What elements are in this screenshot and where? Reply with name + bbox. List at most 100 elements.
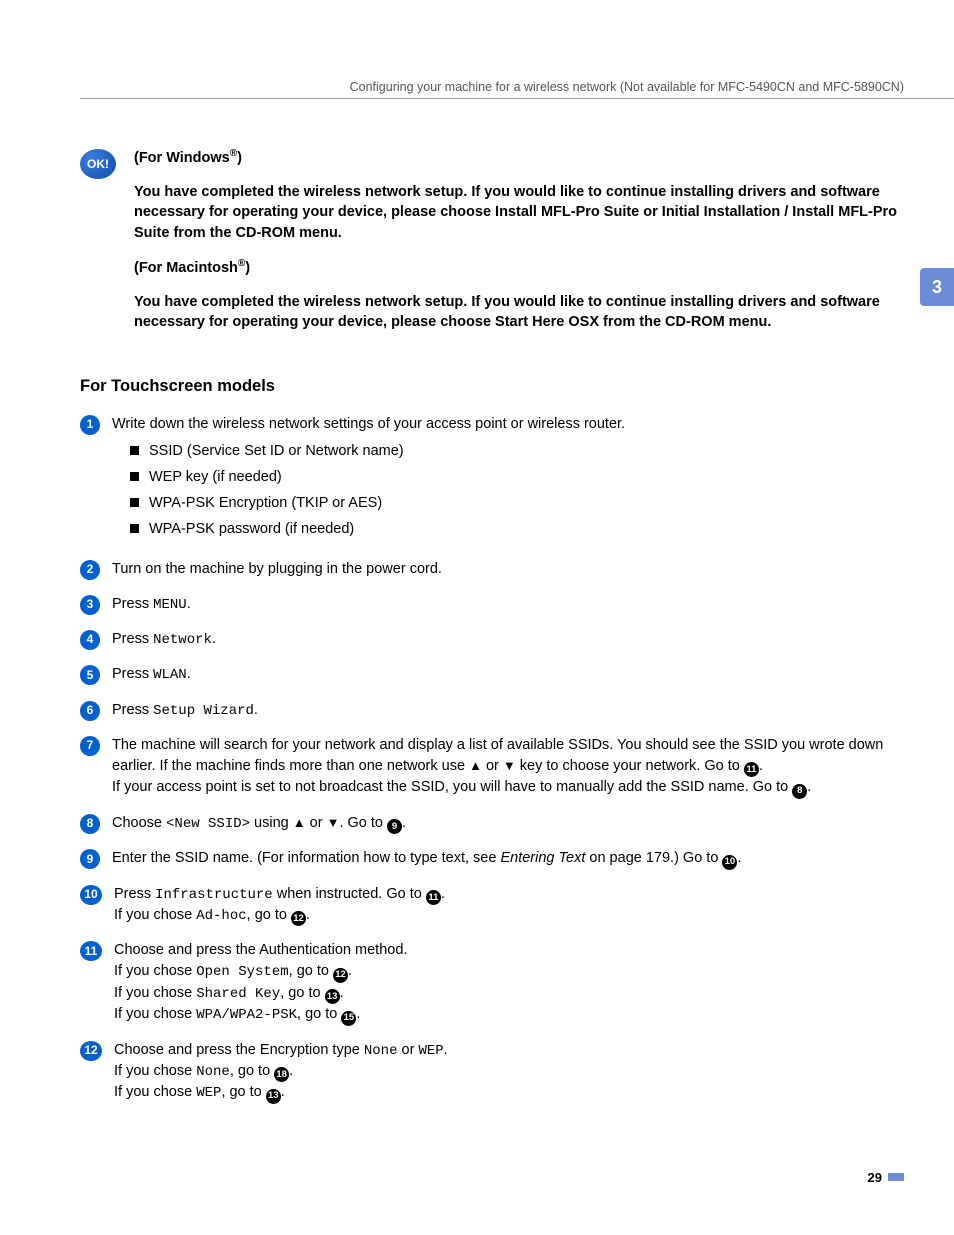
step-text: . Go to [339,815,387,831]
square-bullet-icon [130,472,139,481]
step-number: 12 [80,1041,102,1061]
step-text: Choose [112,815,166,831]
step-text: . [759,758,763,774]
step-ref-icon: 8 [792,784,807,799]
step-number: 7 [80,736,100,756]
step-text: . [340,985,344,1001]
bullet-text: WPA-PSK Encryption (TKIP or AES) [149,493,382,514]
step-4: 4 Press Network. [80,629,904,650]
page-footer: 29 [868,1170,904,1185]
step-text: If you chose [114,1006,196,1022]
step-text: If you chose [114,1063,196,1079]
step-ref-icon: 13 [266,1089,281,1104]
step-text: or [482,758,503,774]
step-ref-icon: 9 [387,819,402,834]
square-bullet-icon [130,446,139,455]
step-text: , go to [221,1084,265,1100]
step-text: Turn on the machine by plugging in the p… [112,559,904,580]
step-6: 6 Press Setup Wizard. [80,700,904,721]
step-number: 9 [80,849,100,869]
step-number: 8 [80,814,100,834]
step-text: If you chose [114,985,196,1001]
running-header: Configuring your machine for a wireless … [80,80,954,99]
step-text: Choose and press the Authentication meth… [114,942,407,958]
step-text: when instructed. Go to [273,886,426,902]
step-2: 2 Turn on the machine by plugging in the… [80,559,904,580]
step-text: . [356,1006,360,1022]
bullet-text: WPA-PSK password (if needed) [149,519,354,540]
bullet-item: WPA-PSK Encryption (TKIP or AES) [130,493,904,514]
step-text: . [402,815,406,831]
step-ref-icon: 15 [341,1011,356,1026]
step-ref-icon: 10 [722,855,737,870]
step-text: , go to [247,907,291,923]
menu-code: None [196,1064,230,1080]
step-ref-icon: 12 [333,968,348,983]
menu-code: WPA/WPA2-PSK [196,1007,297,1023]
up-arrow-icon: ▲ [469,758,482,773]
step-1: 1 Write down the wireless network settin… [80,414,904,545]
step-ref-icon: 18 [274,1067,289,1082]
menu-code: Open System [196,964,288,980]
menu-code: <New SSID> [166,816,250,832]
step-text: . [737,850,741,866]
step-prefix: Press [112,596,153,612]
step-text: If you chose [114,963,196,979]
step-suffix: . [212,631,216,647]
step-text: Write down the wireless network settings… [112,416,625,432]
square-bullet-icon [130,524,139,533]
step-suffix: . [187,596,191,612]
registered-symbol: ® [230,148,237,159]
step-number: 6 [80,701,100,721]
step-8: 8 Choose <New SSID> using ▲ or ▼. Go to … [80,813,904,834]
step-prefix: Press [112,631,153,647]
step-text: using [250,815,293,831]
step-text: . [306,907,310,923]
bullet-text: SSID (Service Set ID or Network name) [149,441,404,462]
menu-code: WEP [196,1085,221,1101]
step-number: 10 [80,885,102,905]
step-suffix: . [254,702,258,718]
step-ref-icon: 12 [291,911,306,926]
square-bullet-icon [130,498,139,507]
step-number: 11 [80,941,102,961]
italic-ref: Entering Text [500,850,585,866]
step-number: 3 [80,595,100,615]
step-3: 3 Press MENU. [80,594,904,615]
step-text: , go to [230,1063,274,1079]
step-10: 10 Press Infrastructure when instructed.… [80,884,904,927]
step-number: 1 [80,415,100,435]
step-text: . [807,779,811,795]
step-text: Press [114,886,155,902]
step-text: or [397,1042,418,1058]
step-9: 9 Enter the SSID name. (For information … [80,848,904,869]
step-text: . [348,963,352,979]
step-text: , go to [289,963,333,979]
menu-code: WEP [418,1043,443,1059]
mac-heading-prefix: (For Macintosh [134,260,238,276]
windows-heading-prefix: (For Windows [134,150,230,166]
step-number: 5 [80,665,100,685]
step-ref-icon: 11 [744,762,759,777]
step-text: Choose and press the Encryption type [114,1042,364,1058]
menu-code: Network [153,632,212,648]
step-5: 5 Press WLAN. [80,664,904,685]
step-number: 4 [80,630,100,650]
down-arrow-icon: ▼ [327,815,340,830]
step-text: . [289,1063,293,1079]
step-text: , go to [280,985,324,1001]
step-7: 7 The machine will search for your netwo… [80,735,904,799]
bullet-item: WPA-PSK password (if needed) [130,519,904,540]
windows-body: You have completed the wireless network … [134,182,904,243]
menu-code: Infrastructure [155,887,273,903]
step-text: key to choose your network. Go to [516,758,744,774]
menu-code: Setup Wizard [153,703,254,719]
mac-body: You have completed the wireless network … [134,292,904,333]
menu-code: Shared Key [196,986,280,1002]
page-number: 29 [868,1170,882,1185]
menu-code: MENU [153,597,187,613]
windows-heading-suffix: ) [237,150,242,166]
ok-text: (For Windows®) You have completed the wi… [134,147,904,347]
step-text: or [306,815,327,831]
menu-code: None [364,1043,398,1059]
